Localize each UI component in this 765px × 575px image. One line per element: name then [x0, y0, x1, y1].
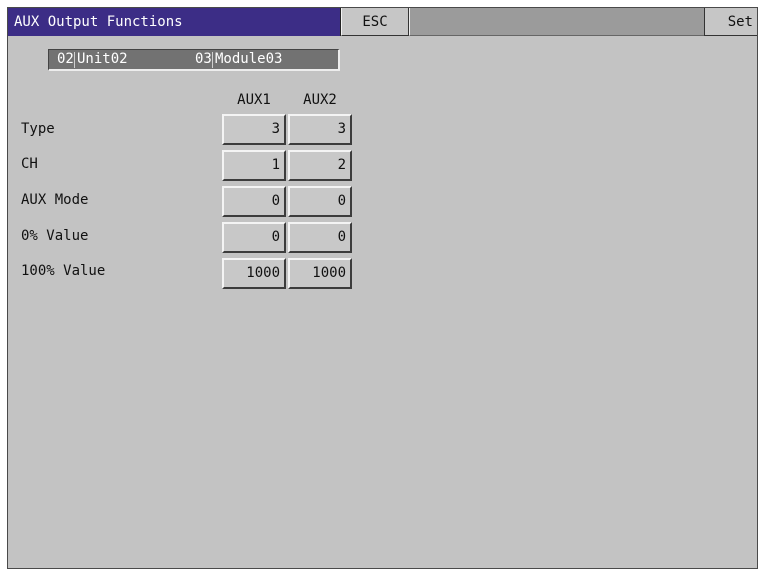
module-name: Module03 [215, 51, 283, 67]
row-label-full-value: 100% Value [21, 263, 106, 279]
type-aux1-field[interactable]: 3 [222, 114, 286, 145]
row-label-ch: CH [21, 156, 38, 172]
module-separator [212, 52, 213, 68]
aux-mode-aux1-field[interactable]: 0 [222, 186, 286, 217]
aux-output-screen: AUX Output Functions ESC Set 02 Unit02 0… [7, 7, 758, 569]
zero-value-aux2-field[interactable]: 0 [288, 222, 352, 253]
full-value-aux2-field[interactable]: 1000 [288, 258, 352, 289]
ch-aux2-field[interactable]: 2 [288, 150, 352, 181]
full-value-aux1-field[interactable]: 1000 [222, 258, 286, 289]
column-header-aux2: AUX2 [303, 92, 337, 108]
ch-aux1-field[interactable]: 1 [222, 150, 286, 181]
row-label-aux-mode: AUX Mode [21, 192, 89, 208]
set-button[interactable]: Set [704, 8, 757, 36]
unit-module-selector[interactable]: 02 Unit02 03 Module03 [48, 49, 340, 71]
module-number: 03 [195, 51, 212, 67]
type-aux2-field[interactable]: 3 [288, 114, 352, 145]
aux-mode-aux2-field[interactable]: 0 [288, 186, 352, 217]
title-bar-spacer [409, 8, 704, 36]
window-title: AUX Output Functions [8, 8, 341, 36]
unit-number: 02 [57, 51, 74, 67]
row-label-type: Type [21, 121, 55, 137]
unit-name: Unit02 [77, 51, 128, 67]
unit-separator [74, 52, 75, 68]
column-header-aux1: AUX1 [237, 92, 271, 108]
zero-value-aux1-field[interactable]: 0 [222, 222, 286, 253]
esc-button[interactable]: ESC [341, 8, 409, 36]
row-label-zero-value: 0% Value [21, 228, 89, 244]
